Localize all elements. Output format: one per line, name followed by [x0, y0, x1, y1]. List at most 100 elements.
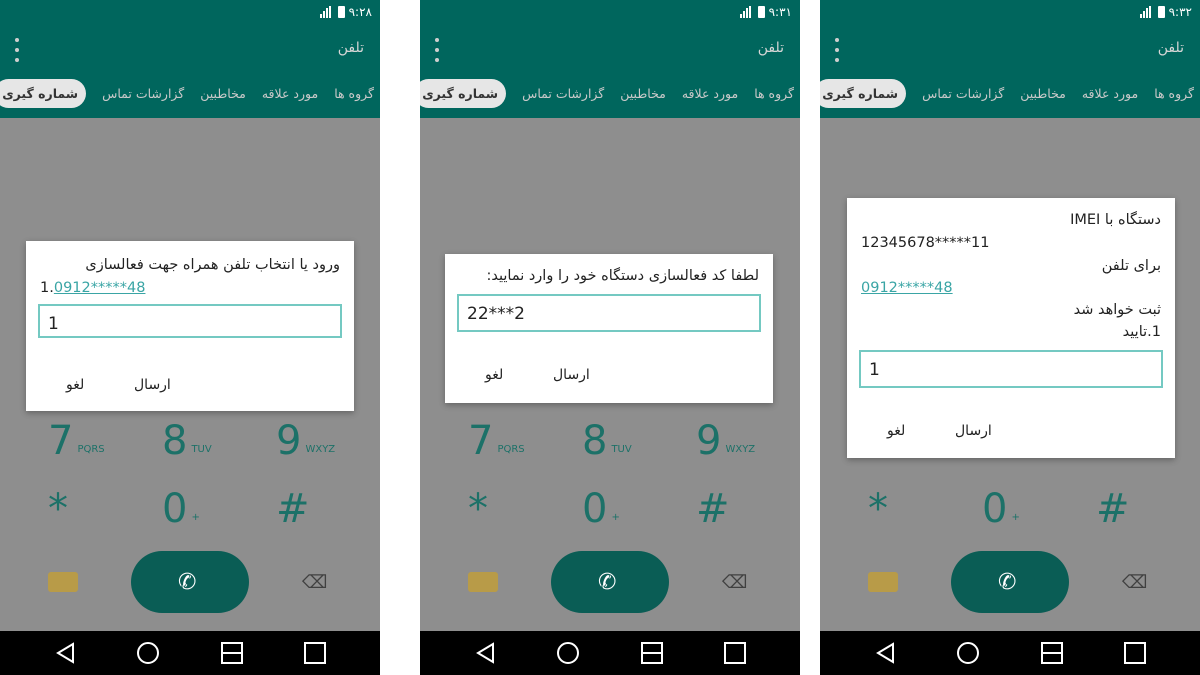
app-title: تلفن [337, 40, 364, 56]
dual-window-icon[interactable] [1039, 641, 1065, 665]
key-0[interactable]: 0 + [162, 486, 200, 532]
key-star[interactable]: * [468, 486, 488, 532]
status-bar: ۹:۲۸ [0, 0, 380, 28]
tab-favorites[interactable]: مورد علاقه [262, 86, 318, 101]
key-7[interactable]: 7PQRS [48, 418, 105, 464]
status-bar: ۹:۳۱ [420, 0, 800, 28]
signal-icon [319, 6, 334, 18]
key-0[interactable]: 0 + [982, 486, 1020, 532]
phone-icon: ✆ [178, 570, 197, 595]
tab-call-log[interactable]: گزارشات تماس [922, 86, 1004, 101]
cancel-button[interactable]: لغو [485, 367, 503, 383]
phone-icon: ✆ [998, 570, 1017, 595]
phone-number-link[interactable]: 0912*****48 [861, 280, 953, 296]
activation-code-dialog: لطفا کد فعالسازی دستگاه خود را وارد نمای… [445, 254, 773, 403]
will-register-label: ثبت خواهد شد [1073, 302, 1161, 318]
tab-contacts[interactable]: مخاطبین [1020, 86, 1066, 101]
send-button[interactable]: ارسال [955, 423, 992, 439]
tab-dialer[interactable]: شماره گیری [0, 78, 87, 108]
for-phone-label: برای تلفن [1101, 258, 1161, 274]
backspace-icon[interactable]: ⌫ [302, 572, 330, 593]
home-icon[interactable] [955, 641, 981, 665]
backspace-icon[interactable]: ⌫ [722, 572, 750, 593]
recent-apps-icon[interactable] [302, 641, 328, 665]
status-bar: ۹:۳۲ [820, 0, 1200, 28]
send-button[interactable]: ارسال [553, 367, 590, 383]
tab-contacts[interactable]: مخاطبین [620, 86, 666, 101]
confirm-option: 1.تایید [1122, 324, 1161, 340]
key-9[interactable]: 9WXYZ [276, 418, 335, 464]
call-button[interactable]: ✆ [551, 551, 669, 613]
tab-groups[interactable]: گروه ها [1154, 86, 1194, 101]
tab-contacts[interactable]: مخاطبین [200, 86, 246, 101]
app-bar: تلفن گروه ها مورد علاقه مخاطبین گزارشات … [820, 28, 1200, 118]
key-star[interactable]: * [48, 486, 68, 532]
dialog-message: لطفا کد فعالسازی دستگاه خود را وارد نمای… [486, 268, 760, 284]
nav-bar [820, 631, 1200, 675]
call-button[interactable]: ✆ [131, 551, 249, 613]
signal-icon [1139, 6, 1154, 18]
call-button[interactable]: ✆ [951, 551, 1069, 613]
tab-groups[interactable]: گروه ها [754, 86, 794, 101]
imei-value: 12345678*****11 [861, 235, 990, 251]
phone-option[interactable]: 1.0912*****48 [40, 280, 145, 296]
signal-icon [739, 6, 754, 18]
key-8[interactable]: 8TUV [162, 418, 212, 464]
phone-screen-2: ۹:۳۱ تلفن گروه ها مورد علاقه مخاطبین گزا… [420, 0, 800, 675]
confirm-input[interactable]: 1 [859, 350, 1163, 388]
phone-number-link[interactable]: 0912*****48 [54, 280, 146, 296]
key-hash[interactable]: # [696, 486, 730, 532]
tab-groups[interactable]: گروه ها [334, 86, 374, 101]
phone-screen-3: ۹:۳۲ تلفن گروه ها مورد علاقه مخاطبین گزا… [820, 0, 1200, 675]
app-title: تلفن [1157, 40, 1184, 56]
battery-icon [337, 6, 345, 18]
status-time: ۹:۳۱ [768, 5, 792, 19]
tab-favorites[interactable]: مورد علاقه [1082, 86, 1138, 101]
tab-call-log[interactable]: گزارشات تماس [522, 86, 604, 101]
key-0[interactable]: 0 + [582, 486, 620, 532]
tab-dialer[interactable]: شماره گیری [820, 78, 907, 108]
status-time: ۹:۳۲ [1168, 5, 1192, 19]
back-icon[interactable] [53, 641, 79, 665]
backspace-icon[interactable]: ⌫ [1122, 572, 1150, 593]
tab-favorites[interactable]: مورد علاقه [682, 86, 738, 101]
cancel-button[interactable]: لغو [887, 423, 905, 439]
cancel-button[interactable]: لغو [66, 377, 84, 393]
battery-icon [1157, 6, 1165, 18]
status-time: ۹:۲۸ [348, 5, 372, 19]
dialog-message: ورود یا انتخاب تلفن همراه جهت فعالسازی [85, 257, 340, 273]
battery-icon [757, 6, 765, 18]
more-menu-icon[interactable] [834, 38, 840, 62]
back-icon[interactable] [473, 641, 499, 665]
dual-window-icon[interactable] [639, 641, 665, 665]
message-icon[interactable] [868, 572, 898, 592]
option-prefix: 1. [40, 280, 54, 296]
home-icon[interactable] [555, 641, 581, 665]
tab-bar: گروه ها مورد علاقه مخاطبین گزارشات تماس … [820, 76, 1200, 110]
home-icon[interactable] [135, 641, 161, 665]
dual-window-icon[interactable] [219, 641, 245, 665]
phone-screen-1: ۹:۲۸ تلفن گروه ها مورد علاقه مخاطبین گزا… [0, 0, 380, 675]
recent-apps-icon[interactable] [1122, 641, 1148, 665]
key-hash[interactable]: # [276, 486, 310, 532]
key-star[interactable]: * [868, 486, 888, 532]
key-7[interactable]: 7PQRS [468, 418, 525, 464]
activation-code-input[interactable]: 22***2 [457, 294, 761, 332]
app-bar: تلفن گروه ها مورد علاقه مخاطبین گزارشات … [420, 28, 800, 118]
message-icon[interactable] [48, 572, 78, 592]
more-menu-icon[interactable] [14, 38, 20, 62]
app-bar: تلفن گروه ها مورد علاقه مخاطبین گزارشات … [0, 28, 380, 118]
key-8[interactable]: 8TUV [582, 418, 632, 464]
back-icon[interactable] [873, 641, 899, 665]
send-button[interactable]: ارسال [134, 377, 171, 393]
app-title: تلفن [757, 40, 784, 56]
nav-bar [420, 631, 800, 675]
more-menu-icon[interactable] [434, 38, 440, 62]
tab-call-log[interactable]: گزارشات تماس [102, 86, 184, 101]
tab-dialer[interactable]: شماره گیری [420, 78, 507, 108]
key-hash[interactable]: # [1096, 486, 1130, 532]
key-9[interactable]: 9WXYZ [696, 418, 755, 464]
message-icon[interactable] [468, 572, 498, 592]
selection-input[interactable]: 1 [38, 304, 342, 338]
recent-apps-icon[interactable] [722, 641, 748, 665]
